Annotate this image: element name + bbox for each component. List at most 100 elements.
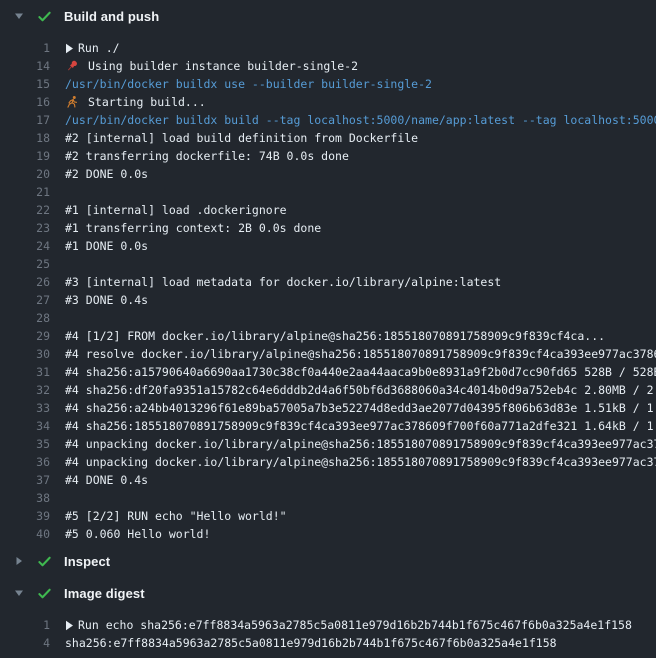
line-text: #4 resolve docker.io/library/alpine@sha2… [65,345,656,363]
log-line[interactable]: 24 #1 DONE 0.0s [0,237,656,255]
log-line[interactable]: 34 #4 sha256:185518070891758909c9f839cf4… [0,417,656,435]
line-number[interactable]: 24 [0,237,50,255]
log-line[interactable]: 14 Using builder instance builder-single… [0,57,656,75]
log-line[interactable]: 33 #4 sha256:a24bb4013296f61e89ba57005a7… [0,399,656,417]
line-content: Run echo sha256:e7ff8834a5963a2785c5a081… [65,616,656,634]
line-content: Using builder instance builder-single-2 [65,57,656,75]
log-line[interactable]: 37 #4 DONE 0.4s [0,471,656,489]
line-number[interactable]: 14 [0,57,50,75]
log-line[interactable]: 29 #4 [1/2] FROM docker.io/library/alpin… [0,327,656,345]
log-line[interactable]: 30 #4 resolve docker.io/library/alpine@s… [0,345,656,363]
line-content [65,255,656,273]
line-number[interactable]: 32 [0,381,50,399]
line-number[interactable]: 1 [0,616,50,634]
line-number[interactable]: 4 [0,634,50,652]
line-number[interactable]: 36 [0,453,50,471]
line-text: #4 unpacking docker.io/library/alpine@sh… [65,453,656,471]
log-line[interactable]: 38 [0,489,656,507]
line-text: #2 [internal] load build definition from… [65,129,418,147]
chevron-right-icon[interactable] [13,556,25,566]
line-content: #1 [internal] load .dockerignore [65,201,656,219]
line-text: Run echo sha256:e7ff8834a5963a2785c5a081… [78,616,632,634]
line-number[interactable]: 18 [0,129,50,147]
runner-icon [65,95,88,109]
log-line[interactable]: 35 #4 unpacking docker.io/library/alpine… [0,435,656,453]
line-text: #2 transferring dockerfile: 74B 0.0s don… [65,147,349,165]
line-number[interactable]: 1 [0,39,50,57]
play-icon[interactable] [65,620,78,631]
line-number[interactable]: 30 [0,345,50,363]
line-text: Starting build... [88,93,206,111]
log-line[interactable]: 25 [0,255,656,273]
line-content: #3 [internal] load metadata for docker.i… [65,273,656,291]
line-text: #4 unpacking docker.io/library/alpine@sh… [65,435,656,453]
step-header[interactable]: Inspect [0,545,656,577]
line-number[interactable]: 31 [0,363,50,381]
log-line[interactable]: 17 /usr/bin/docker buildx build --tag lo… [0,111,656,129]
line-text: #3 DONE 0.4s [65,291,148,309]
log-line[interactable]: 23 #1 transferring context: 2B 0.0s done [0,219,656,237]
log-line[interactable]: 39 #5 [2/2] RUN echo "Hello world!" [0,507,656,525]
log-line[interactable]: 19 #2 transferring dockerfile: 74B 0.0s … [0,147,656,165]
line-content: #5 [2/2] RUN echo "Hello world!" [65,507,656,525]
step-header[interactable]: Build and push [0,0,656,32]
line-content: #5 0.060 Hello world! [65,525,656,543]
step-header[interactable]: Image digest [0,577,656,609]
log-line[interactable]: 1 Run echo sha256:e7ff8834a5963a2785c5a0… [0,616,656,634]
line-text: #5 0.060 Hello world! [65,525,210,543]
line-number[interactable]: 15 [0,75,50,93]
line-text: #4 sha256:a15790640a6690aa1730c38cf0a440… [65,363,656,381]
line-number[interactable]: 21 [0,183,50,201]
log-line[interactable]: 26 #3 [internal] load metadata for docke… [0,273,656,291]
line-content: #1 DONE 0.0s [65,237,656,255]
line-number[interactable]: 28 [0,309,50,327]
line-content: sha256:e7ff8834a5963a2785c5a0811e979d16b… [65,634,656,652]
line-content: #4 [1/2] FROM docker.io/library/alpine@s… [65,327,656,345]
log-line[interactable]: 22 #1 [internal] load .dockerignore [0,201,656,219]
chevron-down-icon[interactable] [13,11,25,21]
line-number[interactable]: 29 [0,327,50,345]
line-number[interactable]: 17 [0,111,50,129]
line-number[interactable]: 23 [0,219,50,237]
line-number[interactable]: 40 [0,525,50,543]
line-number[interactable]: 35 [0,435,50,453]
line-text: #2 DONE 0.0s [65,165,148,183]
log-step-section: Inspect [0,545,656,577]
line-number[interactable]: 39 [0,507,50,525]
line-number[interactable]: 27 [0,291,50,309]
line-text: /usr/bin/docker buildx build --tag local… [65,111,656,129]
success-check-icon [37,586,52,601]
pushpin-icon [65,59,88,73]
log-line[interactable]: 20 #2 DONE 0.0s [0,165,656,183]
log-line[interactable]: 4 sha256:e7ff8834a5963a2785c5a0811e979d1… [0,634,656,652]
line-number[interactable]: 34 [0,417,50,435]
log-line[interactable]: 28 [0,309,656,327]
log-line[interactable]: 27 #3 DONE 0.4s [0,291,656,309]
log-line[interactable]: 40 #5 0.060 Hello world! [0,525,656,543]
line-number[interactable]: 19 [0,147,50,165]
log-step-section: Image digest 1 Run echo sha256:e7ff8834a… [0,577,656,654]
chevron-down-icon[interactable] [13,588,25,598]
log-line[interactable]: 31 #4 sha256:a15790640a6690aa1730c38cf0a… [0,363,656,381]
line-number[interactable]: 16 [0,93,50,111]
log-line[interactable]: 15 /usr/bin/docker buildx use --builder … [0,75,656,93]
line-number[interactable]: 37 [0,471,50,489]
play-icon[interactable] [65,43,78,54]
log-line[interactable]: 1 Run ./ [0,39,656,57]
log-line[interactable]: 32 #4 sha256:df20fa9351a15782c64e6dddb2d… [0,381,656,399]
line-number[interactable]: 25 [0,255,50,273]
log-line[interactable]: 21 [0,183,656,201]
log-line[interactable]: 36 #4 unpacking docker.io/library/alpine… [0,453,656,471]
line-number[interactable]: 38 [0,489,50,507]
line-number[interactable]: 22 [0,201,50,219]
log-line[interactable]: 18 #2 [internal] load build definition f… [0,129,656,147]
line-number[interactable]: 20 [0,165,50,183]
line-number[interactable]: 26 [0,273,50,291]
line-number[interactable]: 33 [0,399,50,417]
line-text: #4 DONE 0.4s [65,471,148,489]
log-line[interactable]: 16 Starting build... [0,93,656,111]
line-content: Starting build... [65,93,656,111]
line-content [65,489,656,507]
line-content [65,309,656,327]
line-text: #1 [internal] load .dockerignore [65,201,287,219]
